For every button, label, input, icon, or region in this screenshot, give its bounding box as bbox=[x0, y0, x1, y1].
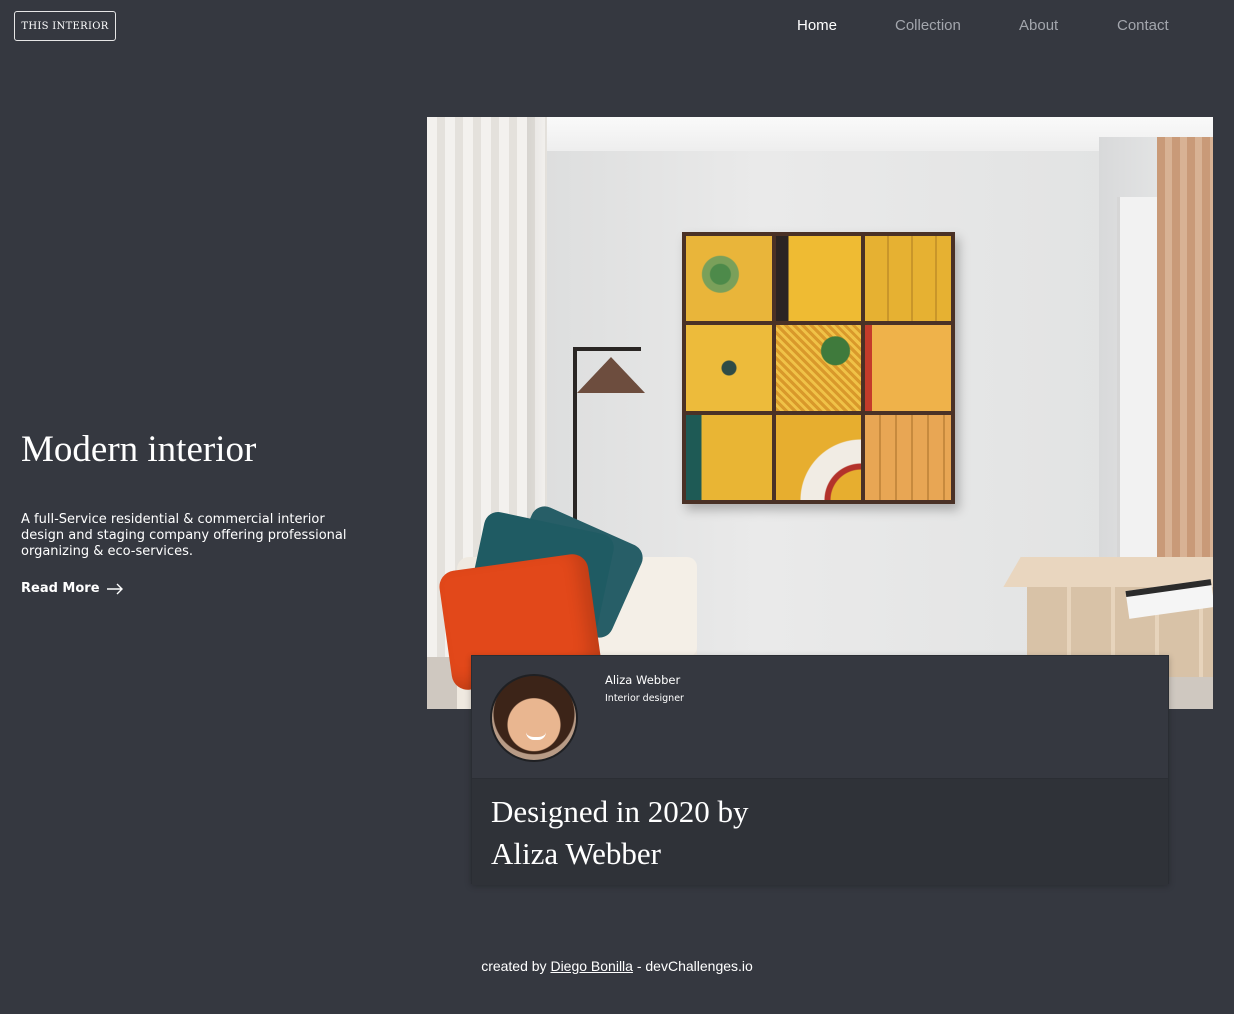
nav-about[interactable]: About bbox=[1019, 17, 1058, 34]
arrow-right-icon bbox=[106, 583, 123, 594]
designer-credit: Designed in 2020 by Aliza Webber bbox=[472, 779, 1168, 885]
card-headline: Designed in 2020 by Aliza Webber bbox=[491, 794, 749, 871]
read-more-label: Read More bbox=[21, 581, 100, 596]
hero-title: Modern interior bbox=[21, 429, 257, 470]
footer-prefix: created by bbox=[481, 958, 547, 974]
site-logo[interactable]: THIS INTERIOR bbox=[14, 11, 116, 41]
hero-description: A full-Service residential & commercial … bbox=[21, 512, 347, 559]
nav-collection[interactable]: Collection bbox=[895, 17, 961, 34]
read-more-link[interactable]: Read More bbox=[21, 581, 124, 596]
main-nav: Home Collection About Contact bbox=[754, 17, 1234, 37]
author-link[interactable]: Diego Bonilla bbox=[550, 958, 633, 974]
footer: created by Diego Bonilla - devChallenges… bbox=[0, 958, 1234, 974]
nav-home[interactable]: Home bbox=[797, 17, 837, 34]
avatar bbox=[490, 674, 578, 762]
nav-contact[interactable]: Contact bbox=[1117, 17, 1169, 34]
wall-art bbox=[682, 232, 955, 504]
designer-role: Interior designer bbox=[605, 693, 684, 704]
designer-info: Aliza Webber Interior designer bbox=[472, 656, 1168, 779]
designer-name: Aliza Webber bbox=[605, 673, 681, 687]
interior-photo bbox=[427, 117, 1213, 709]
footer-suffix: - devChallenges.io bbox=[636, 958, 753, 974]
designer-card: Aliza Webber Interior designer Designed … bbox=[471, 655, 1169, 885]
